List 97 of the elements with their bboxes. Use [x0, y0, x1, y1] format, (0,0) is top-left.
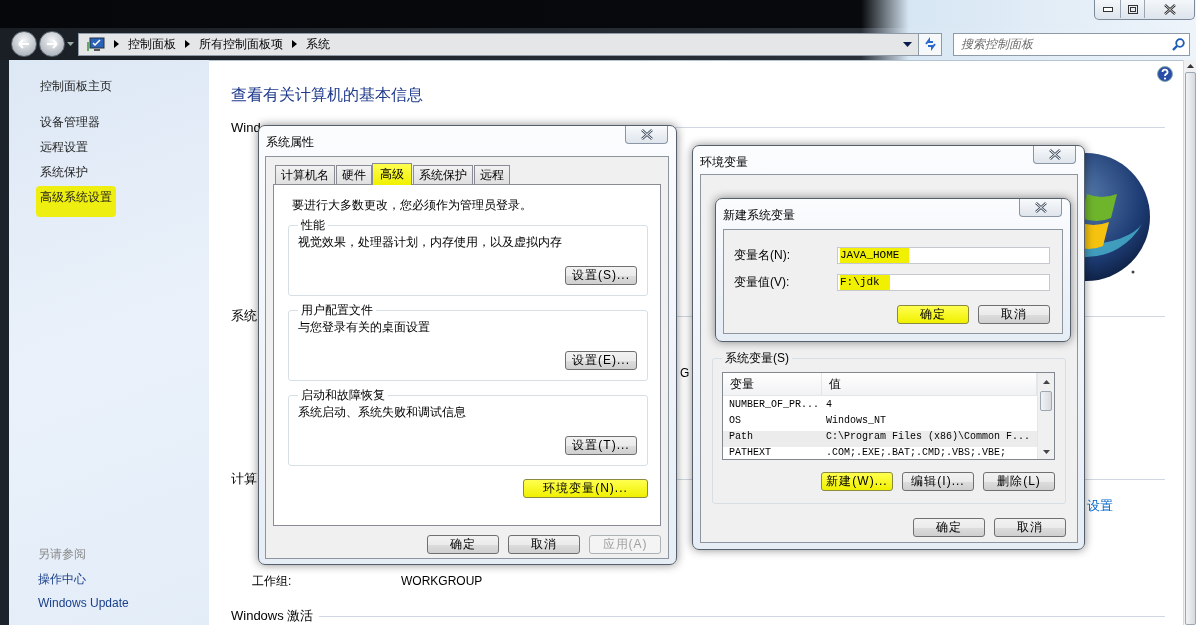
group-title: 系统变量(S)	[724, 350, 790, 367]
description-text: 系统启动、系统失败和调试信息	[298, 404, 467, 420]
ok-button[interactable]: 确定	[897, 305, 969, 324]
see-also-title: 另请参阅	[38, 546, 87, 563]
info-value: G	[680, 366, 690, 380]
ok-button[interactable]: 确定	[913, 518, 985, 537]
variables-list[interactable]: 变量 值 NUMBER_OF_PR... 4 OS Windows_NT Path C:\Program Files (x86)\Common F... PATHEXT .COM;.EXE;.BAT;.CMD;.VBS;.VBE;	[722, 372, 1055, 460]
sidebar-item[interactable]: 设备管理器	[38, 114, 102, 139]
forward-button[interactable]	[39, 31, 65, 57]
close-icon	[1162, 3, 1177, 15]
new-button[interactable]: 新建(W)...	[821, 472, 893, 491]
variable-name: PATHEXT	[728, 447, 772, 459]
settings-button[interactable]: 设置(T)...	[565, 436, 637, 455]
refresh-icon	[922, 37, 938, 51]
field-label: 变量值(V):	[734, 274, 791, 291]
chevron-icon[interactable]	[292, 40, 297, 48]
group-title: 性能	[300, 217, 326, 234]
sidebar-link[interactable]: Windows Update	[38, 596, 129, 621]
breadcrumb-item[interactable]: 所有控制面板项	[199, 35, 283, 53]
info-label: 工作组:	[252, 572, 293, 590]
group-title: 用户配置文件	[300, 302, 374, 319]
chevron-icon[interactable]	[185, 40, 190, 48]
scroll-down-icon[interactable]	[1042, 450, 1050, 454]
tab[interactable]: 硬件	[336, 165, 372, 184]
notice-text: 要进行大多数更改，您必须作为管理员登录。	[291, 197, 533, 213]
section-title: 计算	[231, 470, 257, 488]
scroll-thumb[interactable]	[1040, 391, 1052, 411]
variable-name: OS	[728, 415, 742, 428]
maximize-icon	[1127, 4, 1138, 14]
breadcrumb-item[interactable]: 控制面板	[128, 35, 176, 53]
variable-value: .COM;.EXE;.BAT;.CMD;.VBS;.VBE;	[825, 447, 1008, 459]
environment-variables-button[interactable]: 环境变量(N)...	[523, 479, 648, 498]
tab[interactable]: 系统保护	[413, 165, 473, 184]
variable-value: C:\Program Files (x86)\Common F...	[825, 431, 1032, 444]
sidebar-item[interactable]: 远程设置	[38, 139, 90, 164]
close-button[interactable]	[1033, 146, 1076, 164]
settings-link[interactable]: 设置	[1087, 497, 1113, 515]
scroll-up-icon[interactable]	[1186, 64, 1194, 68]
help-icon[interactable]	[1157, 66, 1173, 82]
close-button[interactable]	[625, 126, 668, 144]
settings-button[interactable]: 设置(E)...	[565, 351, 637, 370]
monitor-icon	[87, 36, 105, 52]
dropdown-arrow-icon[interactable]	[903, 41, 912, 47]
list-row[interactable]: Path C:\Program Files (x86)\Common F...	[723, 431, 1037, 447]
scrollbar[interactable]	[1037, 373, 1054, 459]
chevron-icon[interactable]	[114, 40, 119, 48]
address-bar[interactable]: 控制面板 所有控制面板项 系统	[78, 32, 919, 56]
variable-name: Path	[728, 431, 754, 444]
section-title: 系统	[231, 307, 257, 325]
close-button[interactable]	[1019, 199, 1062, 217]
dialog-title: 系统属性	[265, 134, 314, 151]
cancel-button[interactable]: 取消	[508, 535, 580, 554]
close-icon	[639, 129, 654, 140]
section-title: Windows 激活	[231, 607, 314, 625]
variable-name: NUMBER_OF_PR...	[728, 399, 820, 412]
tab[interactable]: 计算机名	[275, 165, 335, 184]
back-arrow-icon	[18, 39, 30, 49]
ok-button[interactable]: 确定	[427, 535, 499, 554]
list-row[interactable]: NUMBER_OF_PR... 4	[723, 399, 1037, 415]
dropdown-arrow-icon[interactable]	[67, 42, 74, 46]
sidebar-item[interactable]: 高级系统设置	[36, 186, 116, 217]
dialog-title: 新建系统变量	[722, 207, 795, 224]
input-field[interactable]: JAVA_HOME	[837, 247, 1050, 264]
edit-button[interactable]: 编辑(I)...	[902, 472, 974, 491]
search-field[interactable]: 搜索控制面板	[953, 32, 1190, 56]
sidebar-item[interactable]: 系统保护	[38, 164, 90, 189]
refresh-button[interactable]	[919, 32, 942, 56]
description-text: 与您登录有关的桌面设置	[298, 319, 431, 335]
field-label: 变量名(N):	[734, 247, 791, 264]
info-value: WORKGROUP	[401, 574, 483, 588]
cancel-button[interactable]: 取消	[994, 518, 1066, 537]
group-title: 启动和故障恢复	[300, 387, 386, 404]
tab[interactable]: 高级	[372, 163, 412, 185]
list-row[interactable]: OS Windows_NT	[723, 415, 1037, 431]
section-title: Wind	[231, 119, 261, 135]
minimize-icon	[1102, 6, 1113, 12]
sidebar-link[interactable]: 操作中心	[38, 571, 86, 596]
variable-value: Windows_NT	[825, 415, 887, 428]
description-text: 视觉效果，处理器计划，内存使用，以及虚拟内存	[298, 234, 563, 250]
column-header[interactable]: 变量	[723, 373, 822, 395]
close-icon	[1047, 149, 1062, 160]
sidebar-item[interactable]: 控制面板主页	[38, 78, 114, 114]
cancel-button[interactable]: 取消	[978, 305, 1050, 324]
search-icon[interactable]	[1172, 37, 1185, 51]
page-heading: 查看有关计算机的基本信息	[231, 85, 424, 105]
delete-button[interactable]: 删除(L)	[983, 472, 1055, 491]
list-row[interactable]: PATHEXT .COM;.EXE;.BAT;.CMD;.VBS;.VBE;	[723, 447, 1037, 459]
back-button[interactable]	[11, 31, 37, 57]
breadcrumb-item[interactable]: 系统	[306, 35, 330, 53]
scroll-up-icon[interactable]	[1042, 380, 1050, 384]
forward-arrow-icon	[46, 39, 58, 49]
dialog-title: 环境变量	[699, 154, 748, 171]
close-icon	[1033, 202, 1048, 213]
tab[interactable]: 远程	[474, 165, 510, 184]
input-field[interactable]: F:\jdk	[837, 274, 1050, 291]
variable-value: 4	[825, 399, 833, 412]
settings-button[interactable]: 设置(S)...	[565, 266, 637, 285]
